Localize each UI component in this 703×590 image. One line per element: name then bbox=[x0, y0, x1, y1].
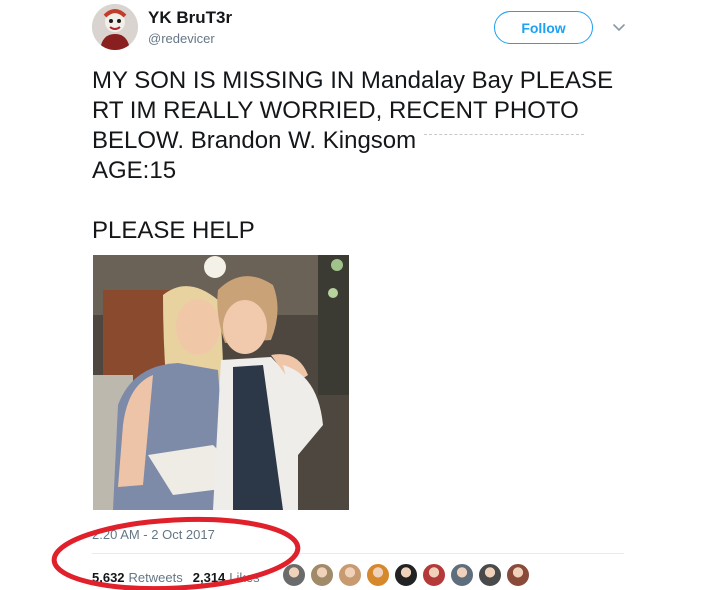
tweet-photo[interactable] bbox=[93, 255, 349, 510]
retweets-stat[interactable]: 5,632 Retweets bbox=[92, 570, 193, 585]
avatar-icon[interactable] bbox=[422, 563, 446, 587]
tweet-line: MY SON IS MISSING IN Mandalay Bay PLEASE bbox=[92, 67, 614, 94]
tweet-stats: 5,632 Retweets 2,314 Likes bbox=[92, 567, 270, 587]
avatar-icon[interactable] bbox=[310, 563, 334, 587]
avatar-icon[interactable] bbox=[450, 563, 474, 587]
avatar-icon bbox=[92, 4, 138, 50]
avatar-icon[interactable] bbox=[282, 563, 306, 587]
author-avatar[interactable] bbox=[92, 4, 138, 50]
tweet-line: RT IM REALLY WORRIED, RECENT PHOTO bbox=[92, 97, 579, 124]
avatar-icon[interactable] bbox=[478, 563, 502, 587]
divider bbox=[92, 553, 624, 554]
tweet-line: BELOW. Brandon W. Kingsom bbox=[92, 126, 652, 156]
author-handle[interactable]: @redevicer bbox=[148, 31, 215, 46]
tweet-line: AGE:15 bbox=[92, 157, 177, 184]
likes-label: Likes bbox=[229, 569, 260, 585]
retweets-count: 5,632 bbox=[92, 569, 125, 585]
photo-image bbox=[93, 255, 349, 510]
tweet-text: MY SON IS MISSING IN Mandalay Bay PLEASE… bbox=[92, 66, 652, 246]
avatar-icon[interactable] bbox=[506, 563, 530, 587]
avatar-icon[interactable] bbox=[394, 563, 418, 587]
likes-stat[interactable]: 2,314 Likes bbox=[193, 570, 270, 585]
chevron-down-icon[interactable] bbox=[611, 19, 627, 35]
tweet-line: PLEASE HELP bbox=[92, 217, 255, 244]
avatar-icon[interactable] bbox=[366, 563, 390, 587]
retweets-label: Retweets bbox=[128, 569, 183, 585]
redacted-text bbox=[424, 134, 585, 149]
tweet-timestamp[interactable]: 2:20 AM - 2 Oct 2017 bbox=[92, 527, 215, 542]
avatar-icon[interactable] bbox=[338, 563, 362, 587]
follow-button[interactable]: Follow bbox=[494, 11, 593, 44]
tweet-line-text: BELOW. Brandon W. Kingsom bbox=[92, 127, 417, 154]
liker-avatars bbox=[282, 563, 534, 589]
likes-count: 2,314 bbox=[192, 569, 226, 585]
author-display-name[interactable]: YK BruT3r bbox=[148, 8, 232, 28]
tweet-card: YK BruT3r @redevicer Follow MY SON IS MI… bbox=[0, 0, 703, 590]
